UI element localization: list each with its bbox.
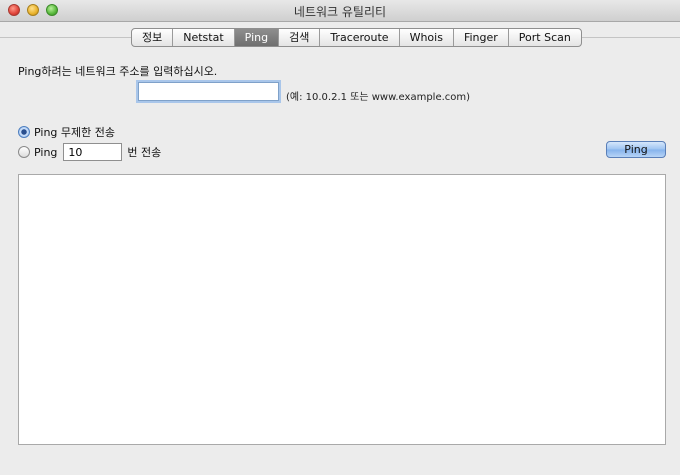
count-suffix-label: 번 전송 <box>127 146 162 159</box>
address-hint: (예: 10.0.2.1 또는 www.example.com) <box>286 92 471 103</box>
tab-whois[interactable]: Whois <box>400 29 454 46</box>
tab-port-scan[interactable]: Port Scan <box>509 29 581 46</box>
tab-traceroute[interactable]: Traceroute <box>320 29 400 46</box>
tab-netstat[interactable]: Netstat <box>173 29 235 46</box>
tab-ping[interactable]: Ping <box>234 29 280 46</box>
title-bar: 네트워크 유틸리티 <box>0 0 680 22</box>
network-utility-window: 네트워크 유틸리티 정보 Netstat Ping 검색 Traceroute … <box>0 0 680 475</box>
tab-finger[interactable]: Finger <box>454 29 509 46</box>
address-prompt: Ping하려는 네트워크 주소를 입력하십시오. <box>18 65 218 78</box>
window-title: 네트워크 유틸리티 <box>293 5 387 19</box>
tab-bar: 정보 Netstat Ping 검색 Traceroute Whois Fing… <box>131 28 582 47</box>
tab-info[interactable]: 정보 <box>132 29 174 46</box>
unlimited-radio[interactable] <box>18 126 30 138</box>
count-radio[interactable] <box>18 146 30 158</box>
tab-lookup[interactable]: 검색 <box>279 29 321 46</box>
count-option[interactable]: Ping 번 전송 <box>18 143 162 161</box>
ping-output-area[interactable] <box>18 174 666 445</box>
unlimited-option[interactable]: Ping 무제한 전송 <box>18 124 115 140</box>
count-input[interactable] <box>63 143 123 161</box>
ping-button[interactable]: Ping <box>606 141 666 158</box>
unlimited-label: Ping 무제한 전송 <box>34 126 115 139</box>
address-input[interactable] <box>138 82 279 101</box>
count-prefix-label: Ping <box>34 145 58 159</box>
